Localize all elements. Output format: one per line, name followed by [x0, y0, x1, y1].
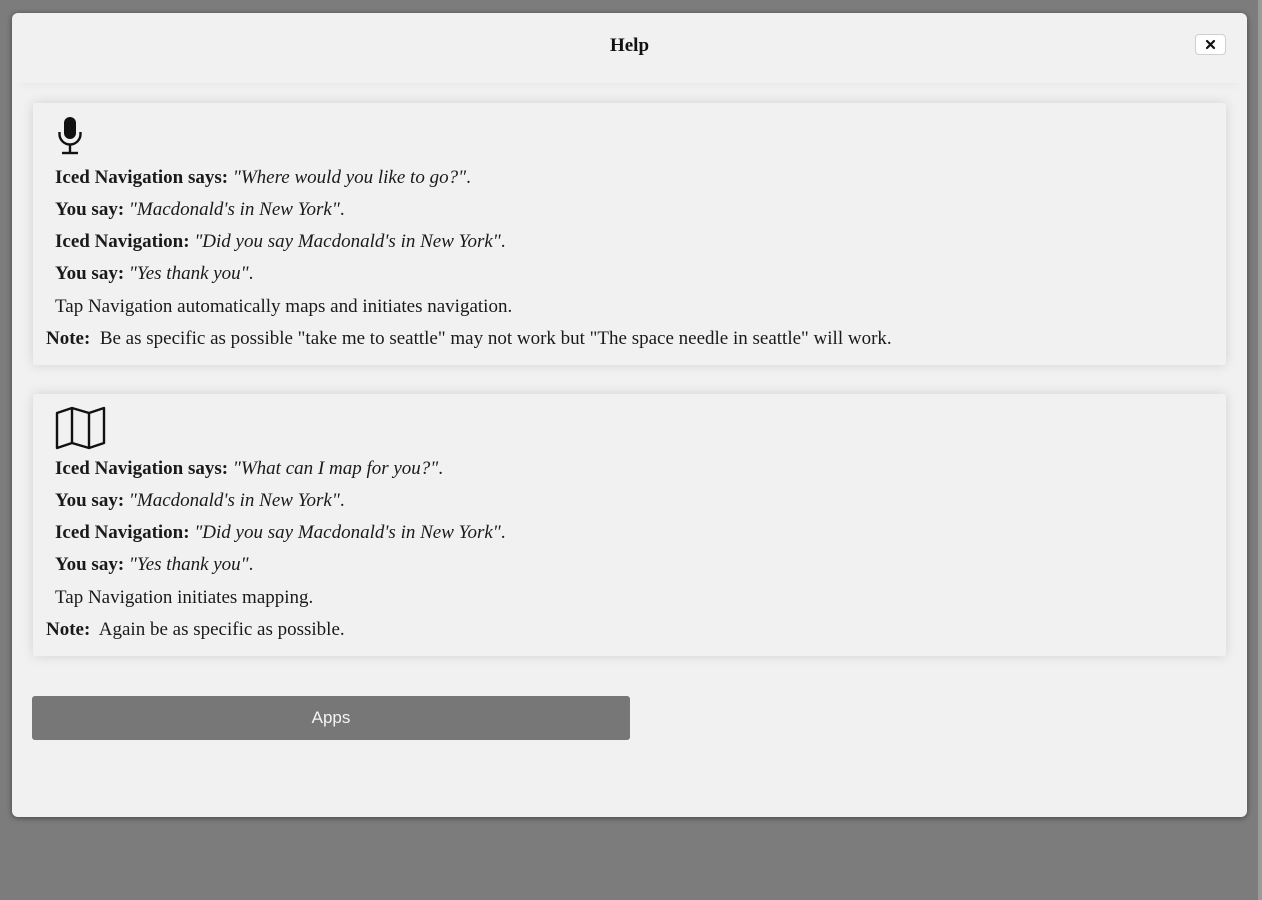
map-note: Note: Again be as specific as possible.: [46, 619, 345, 640]
map-dialog-line: You say: "Yes thank you".: [55, 554, 254, 575]
map-dialog-line: You say: "Macdonald's in New York".: [55, 490, 345, 511]
map-description: Tap Navigation initiates mapping.: [55, 587, 314, 608]
apps-button[interactable]: Apps: [32, 696, 630, 740]
close-icon: [1205, 39, 1216, 50]
voice-dialog-line: You say: "Yes thank you".: [55, 263, 254, 284]
voice-note: Note: Be as specific as possible "take m…: [46, 328, 892, 349]
microphone-icon: [55, 115, 87, 162]
map-card: Iced Navigation says: "What can I map fo…: [33, 394, 1226, 656]
close-button[interactable]: [1195, 34, 1226, 55]
voice-navigation-card: Iced Navigation says: "Where would you l…: [33, 103, 1226, 365]
map-icon: [55, 406, 107, 455]
voice-description: Tap Navigation automatically maps and in…: [55, 296, 513, 317]
map-dialog-line: Iced Navigation: "Did you say Macdonald'…: [55, 522, 506, 543]
backdrop-edge: [1258, 0, 1262, 900]
dialog-title: Help: [609, 35, 650, 56]
help-dialog: Help Iced Navigation says: "Where would …: [12, 13, 1247, 817]
dialog-header: Help: [12, 13, 1247, 83]
voice-dialog-line: You say: "Macdonald's in New York".: [55, 199, 345, 220]
voice-dialog-line: Iced Navigation says: "Where would you l…: [55, 167, 471, 188]
map-dialog-line: Iced Navigation says: "What can I map fo…: [55, 458, 444, 479]
voice-dialog-line: Iced Navigation: "Did you say Macdonald'…: [55, 231, 506, 252]
